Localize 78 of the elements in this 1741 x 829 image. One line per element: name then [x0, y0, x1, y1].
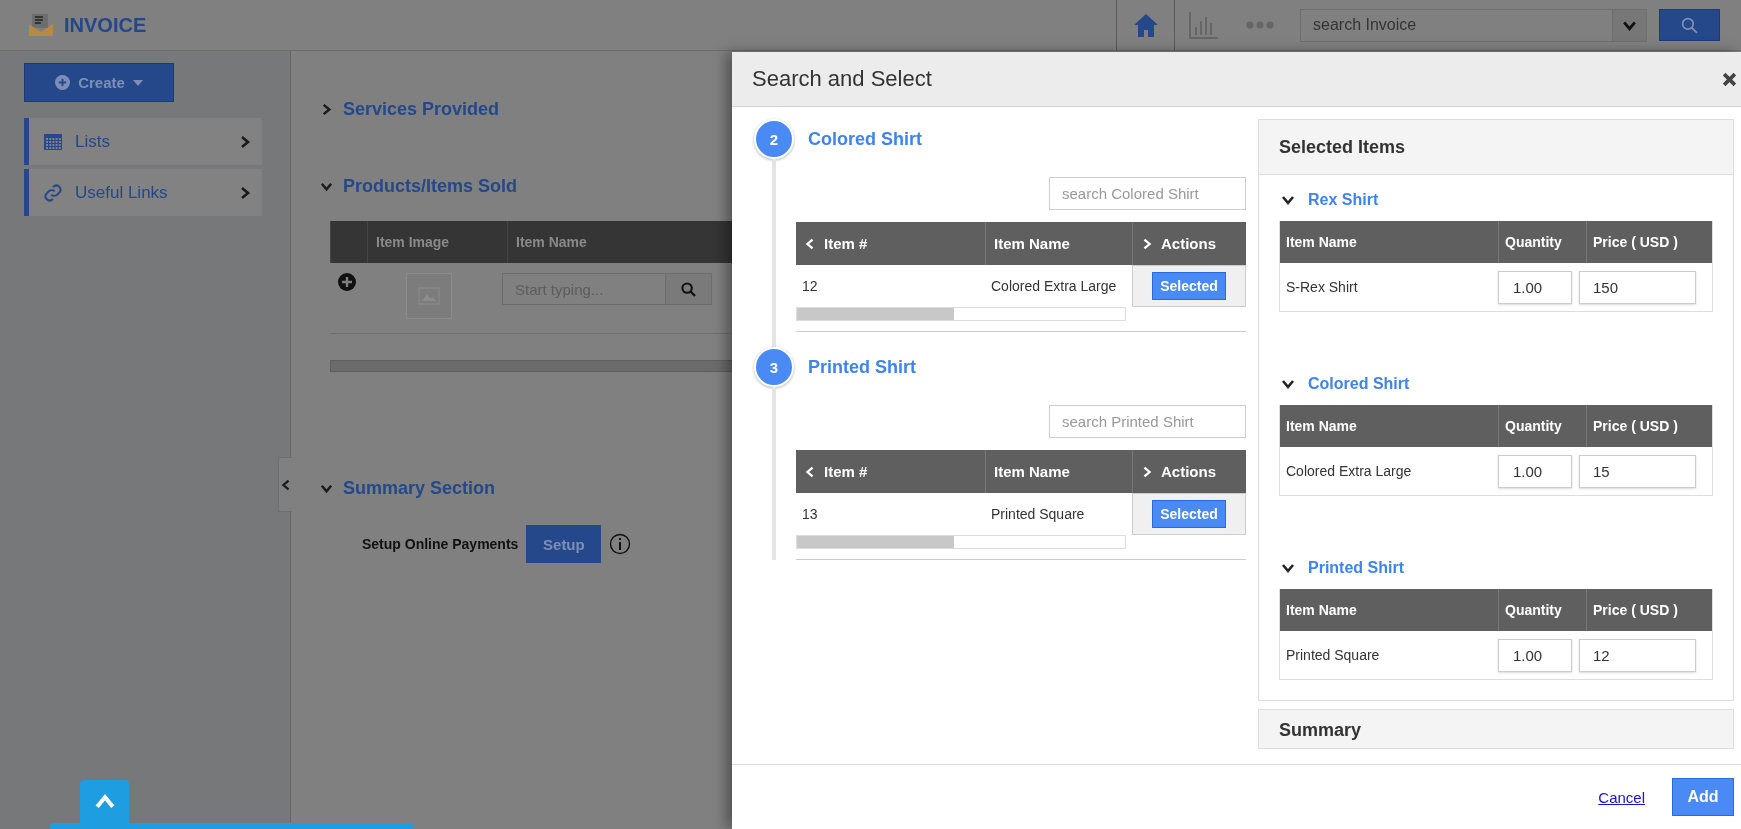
caret-icon — [132, 79, 143, 86]
column-header: Price ( USD ) — [1593, 418, 1678, 434]
dropdown-button[interactable] — [1612, 9, 1646, 41]
close-button[interactable] — [1720, 71, 1739, 87]
search-box[interactable]: search Invoice — [1300, 8, 1647, 42]
selected-button[interactable]: Selected — [1152, 272, 1226, 300]
section-title[interactable]: Summary Section — [343, 478, 496, 499]
table-cell-text: 12 — [801, 278, 819, 294]
step-title: Colored Shirt — [807, 127, 923, 151]
app-title: INVOICE — [64, 13, 147, 37]
table-cell-text: S-Rex Shirt — [1285, 279, 1359, 295]
column-header: Actions — [1161, 235, 1216, 252]
column-header: Item Name — [1286, 602, 1357, 618]
chevron-left-icon — [804, 237, 816, 250]
scrollbar[interactable] — [796, 307, 1126, 321]
quantity-field[interactable]: 1.00 — [1498, 454, 1572, 488]
table-cell-text: Printed Square — [990, 506, 1086, 522]
price-field[interactable]: 12 — [1579, 638, 1696, 672]
group-title[interactable]: Colored Shirt — [1308, 375, 1410, 393]
column-header: Actions — [1161, 463, 1216, 480]
column-header: Item # — [824, 463, 868, 480]
table-cell-text: Colored Extra Large — [1285, 463, 1413, 479]
table-cell-text: 13 — [801, 506, 819, 522]
chat-tab[interactable] — [80, 780, 129, 823]
sidebar-item[interactable]: Useful Links — [24, 169, 262, 216]
group-title[interactable]: Rex Shirt — [1308, 191, 1379, 209]
column-header: Item # — [824, 235, 868, 252]
column-header: Quantity — [1505, 602, 1562, 618]
step-number: 3 — [754, 347, 794, 387]
price-field[interactable]: 150 — [1579, 270, 1696, 304]
table-cell-text: Colored Extra Large — [990, 278, 1118, 294]
quantity-field[interactable]: 1.00 — [1498, 638, 1572, 672]
chevron-left-icon — [279, 478, 292, 491]
quantity-field[interactable]: 1.00 — [1498, 270, 1572, 304]
column-header: Price ( USD ) — [1593, 234, 1678, 250]
info-icon[interactable] — [609, 533, 632, 555]
link-icon — [43, 182, 63, 203]
step-number: 2 — [754, 119, 794, 159]
card-title: Summary — [1279, 720, 1362, 741]
scrollbar[interactable] — [796, 535, 1126, 549]
cancel-link[interactable]: Cancel — [1598, 788, 1645, 806]
section-title[interactable]: Products/Items Sold — [343, 176, 518, 197]
create-button[interactable]: Create — [24, 63, 174, 102]
column-header: Quantity — [1505, 418, 1562, 434]
group-title[interactable]: Printed Shirt — [1308, 559, 1404, 577]
column-header: Item Name — [1286, 234, 1357, 250]
chevron-right-icon — [1141, 237, 1153, 250]
step-title: Printed Shirt — [807, 355, 917, 379]
search-icon — [1681, 16, 1698, 34]
price-field[interactable]: 15 — [1579, 454, 1696, 488]
add-button[interactable]: Add — [1672, 778, 1734, 816]
search-field[interactable]: search Colored Shirt — [1049, 177, 1246, 210]
plus-circle-icon — [55, 75, 71, 90]
search-button[interactable] — [1659, 9, 1720, 41]
chevron-left-icon — [804, 465, 816, 478]
column-header: Quantity — [1505, 234, 1562, 250]
setup-button[interactable]: Setup — [526, 525, 602, 563]
selected-button[interactable]: Selected — [1152, 500, 1226, 528]
section-title[interactable]: Services Provided — [343, 99, 500, 120]
column-header: Item Name — [994, 463, 1070, 480]
chevron-right-icon[interactable] — [320, 103, 333, 116]
search-icon — [681, 281, 696, 297]
table-cell-text: Printed Square — [1285, 647, 1381, 663]
column-header: Item Name — [994, 235, 1070, 252]
card-title: Selected Items — [1279, 136, 1406, 158]
calendar-icon — [43, 132, 63, 151]
close-icon — [1722, 71, 1737, 87]
search-field[interactable]: search Printed Shirt — [1049, 405, 1246, 438]
sidebar-item[interactable]: Lists — [24, 118, 262, 165]
modal-title: Search and Select — [752, 66, 933, 92]
setup-payments-label: Setup Online Payments — [362, 536, 519, 552]
add-circle-icon[interactable] — [338, 273, 356, 291]
chevron-right-icon — [1141, 465, 1153, 478]
column-header: Price ( USD ) — [1593, 602, 1678, 618]
envelope-icon — [28, 13, 54, 37]
column-header: Item Name — [1286, 418, 1357, 434]
search-button[interactable] — [665, 274, 711, 304]
collapse-handle[interactable] — [278, 457, 292, 512]
